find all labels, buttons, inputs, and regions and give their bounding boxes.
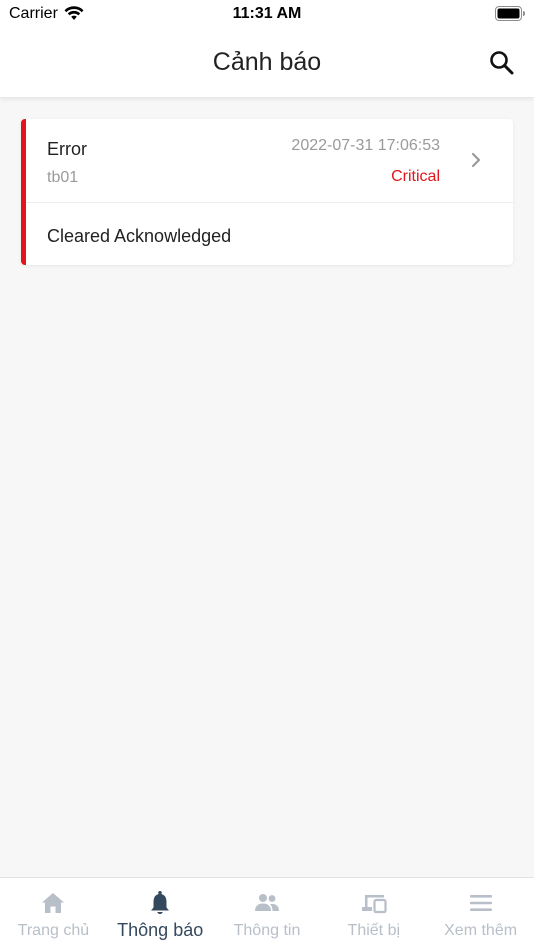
tab-info[interactable]: Thông tin: [214, 878, 321, 950]
page-title: Cảnh báo: [212, 48, 322, 76]
bell-icon: [151, 891, 170, 915]
tab-label-devices: Thiết bị: [347, 922, 401, 939]
app-header: Cảnh báo: [0, 28, 534, 98]
tab-home[interactable]: Trang chủ: [0, 878, 107, 950]
clock: 11:31 AM: [232, 5, 302, 22]
alarm-card[interactable]: Error tb01 2022-07-31 17:06:53 Critical …: [21, 119, 513, 265]
status-bar: Carrier 11:31 AM: [0, 0, 534, 28]
search-icon[interactable]: [488, 49, 516, 77]
battery-icon: [495, 6, 525, 21]
tab-devices[interactable]: Thiết bị: [320, 878, 427, 950]
tab-label-notifications: Thông báo: [117, 920, 204, 940]
alarms-screen: Carrier 11:31 AM Cảnh báo Error tb01 202…: [0, 0, 534, 950]
alarm-type: Error: [47, 139, 87, 159]
tab-notifications[interactable]: Thông báo: [107, 878, 214, 950]
alarm-device: tb01: [47, 169, 79, 186]
bottom-tab-bar: Trang chủ Thông báo Thông tin Thiết bị X…: [0, 877, 534, 950]
people-icon: [254, 894, 279, 911]
devices-icon: [361, 895, 387, 914]
menu-icon: [469, 895, 492, 911]
alarm-status: Cleared Acknowledged: [47, 226, 232, 246]
tab-more[interactable]: Xem thêm: [427, 878, 534, 950]
alarm-severity: Critical: [391, 168, 440, 185]
alarm-card-summary: Error tb01 2022-07-31 17:06:53 Critical: [21, 119, 513, 202]
home-icon: [42, 893, 65, 913]
alarm-timestamp: 2022-07-31 17:06:53: [291, 137, 440, 154]
card-divider: [26, 202, 513, 203]
tab-label-home: Trang chủ: [17, 922, 90, 939]
chevron-right-icon[interactable]: [469, 151, 483, 169]
tab-label-info: Thông tin: [233, 922, 301, 939]
tab-label-more: Xem thêm: [444, 922, 518, 939]
